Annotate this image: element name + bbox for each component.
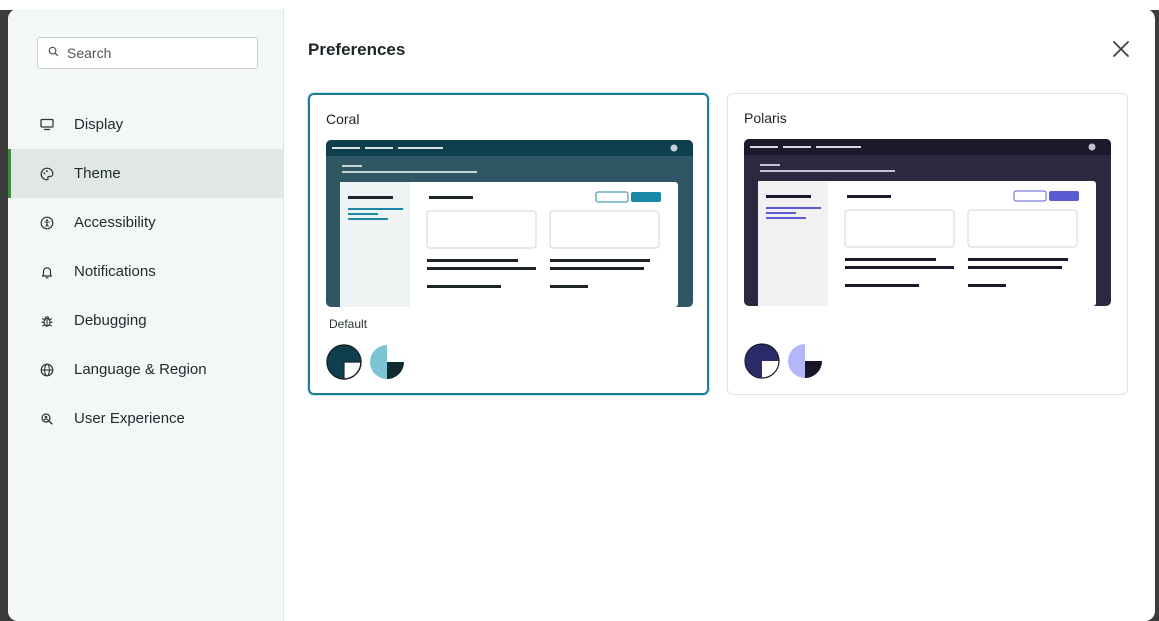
globe-icon xyxy=(39,362,55,378)
sidebar-item-display[interactable]: Display xyxy=(8,100,283,149)
swatch-dark[interactable] xyxy=(326,344,362,380)
palette-icon xyxy=(39,166,55,182)
sidebar-item-label: Accessibility xyxy=(74,214,156,231)
swatch-group xyxy=(326,344,405,380)
theme-card-coral[interactable]: Coral Default xyxy=(308,93,709,395)
sidebar-item-theme[interactable]: Theme xyxy=(8,149,283,198)
page-title: Preferences xyxy=(308,40,406,59)
sidebar-item-language-region[interactable]: Language & Region xyxy=(8,345,283,394)
search-input[interactable] xyxy=(65,44,249,62)
sidebar-item-notifications[interactable]: Notifications xyxy=(8,247,283,296)
sidebar-item-debugging[interactable]: Debugging xyxy=(8,296,283,345)
sidebar-nav: Display Theme Accessibility Notification… xyxy=(8,100,283,443)
swatch-light[interactable] xyxy=(787,343,823,379)
theme-preview xyxy=(326,140,693,307)
sidebar-item-user-experience[interactable]: User Experience xyxy=(8,394,283,443)
sidebar-item-label: Language & Region xyxy=(74,361,207,378)
user-experience-icon xyxy=(39,411,55,427)
sidebar-item-label: Notifications xyxy=(74,263,156,280)
sidebar: Display Theme Accessibility Notification… xyxy=(8,9,284,621)
sidebar-item-label: Display xyxy=(74,116,124,133)
swatch-group xyxy=(744,343,823,379)
sidebar-item-accessibility[interactable]: Accessibility xyxy=(8,198,283,247)
theme-name: Coral xyxy=(326,111,360,127)
theme-card-polaris[interactable]: Polaris xyxy=(727,93,1128,395)
default-label: Default xyxy=(329,317,368,331)
swatch-light[interactable] xyxy=(369,344,405,380)
preferences-dialog: Display Theme Accessibility Notification… xyxy=(8,9,1155,621)
bug-icon xyxy=(39,313,55,329)
monitor-icon xyxy=(39,117,55,133)
sidebar-item-label: User Experience xyxy=(74,410,185,427)
sidebar-item-label: Theme xyxy=(74,165,121,182)
search-icon xyxy=(48,44,59,62)
theme-name: Polaris xyxy=(744,110,787,126)
swatch-dark[interactable] xyxy=(744,343,780,379)
main-panel: Preferences Coral Default Polaris xyxy=(284,9,1155,621)
close-icon xyxy=(1113,41,1129,57)
sidebar-item-label: Debugging xyxy=(74,312,147,329)
search-box[interactable] xyxy=(37,37,258,69)
accessibility-icon xyxy=(39,215,55,231)
close-button[interactable] xyxy=(1111,39,1131,59)
theme-preview xyxy=(744,139,1111,306)
bell-icon xyxy=(39,264,55,280)
